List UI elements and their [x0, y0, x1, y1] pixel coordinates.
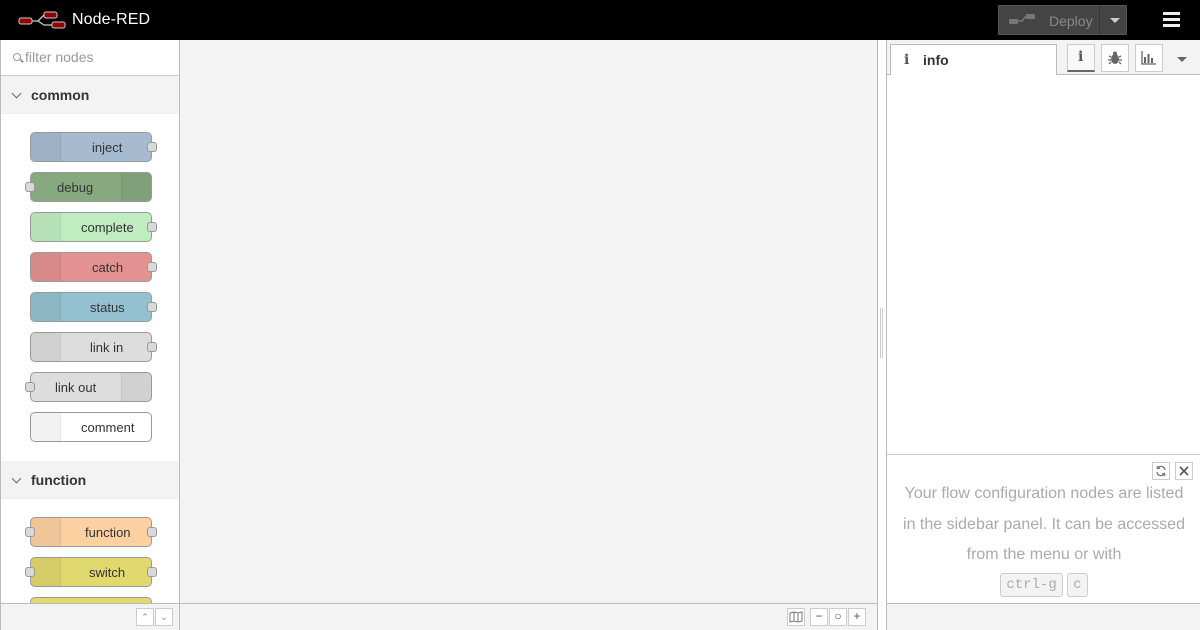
- node-label: inject: [92, 140, 123, 155]
- app-title: Node-RED: [72, 11, 151, 28]
- palette-node-inject[interactable]: inject: [30, 132, 157, 162]
- node-label: link in: [90, 340, 124, 355]
- input-port: [25, 567, 35, 577]
- node-label: debug: [57, 180, 94, 195]
- palette-footer: ⌃ ⌄: [1, 603, 179, 630]
- deploy-button[interactable]: Deploy: [998, 5, 1127, 35]
- main-menu-icon[interactable]: [1158, 10, 1184, 30]
- deploy-label: Deploy: [1049, 13, 1093, 29]
- info-panel: [887, 75, 1200, 454]
- info-icon: i: [1078, 49, 1084, 65]
- category-label: common: [31, 87, 90, 103]
- output-port: [147, 527, 157, 537]
- deploy-dropdown-icon[interactable]: [1099, 6, 1127, 34]
- category-common-nodes: inject debug complete catch status link …: [1, 114, 179, 461]
- sidebar-footer: [887, 603, 1200, 630]
- palette-search: [1, 40, 179, 76]
- catch-icon: [31, 253, 61, 281]
- info-icon: i: [904, 52, 910, 68]
- zoom-in-icon[interactable]: +: [848, 608, 866, 626]
- tip-text: Your flow configuration nodes are listed…: [899, 479, 1189, 601]
- output-port: [147, 262, 157, 272]
- function-icon: [31, 518, 61, 546]
- dashboard-tab-button[interactable]: [1135, 44, 1163, 72]
- palette-node-link-out[interactable]: link out: [25, 372, 152, 402]
- link-in-icon: [31, 333, 61, 361]
- deploy-icon: [1009, 14, 1035, 24]
- category-function-header[interactable]: function: [1, 461, 179, 499]
- tip-message: Your flow configuration nodes are listed…: [903, 485, 1185, 563]
- input-port: [25, 182, 35, 192]
- tips-panel: Your flow configuration nodes are listed…: [887, 454, 1200, 603]
- output-port: [147, 302, 157, 312]
- palette-node-catch[interactable]: catch: [30, 252, 157, 282]
- palette-node-link-in[interactable]: link in: [30, 332, 157, 362]
- node-label: complete: [81, 220, 134, 235]
- debug-icon: [121, 173, 151, 201]
- chevron-down-icon: [11, 88, 22, 99]
- node-label: catch: [92, 260, 124, 275]
- tab-info[interactable]: i info: [890, 44, 1057, 76]
- palette-node-status[interactable]: status: [30, 292, 157, 322]
- inject-icon: [31, 133, 61, 161]
- debug-tab-button[interactable]: [1101, 44, 1129, 72]
- node-red-logo-icon: [18, 11, 66, 29]
- switch-icon: [31, 558, 61, 586]
- logo: Node-RED: [18, 10, 150, 30]
- close-tip-icon[interactable]: [1175, 462, 1193, 480]
- category-label: function: [31, 472, 87, 488]
- node-label: switch: [89, 565, 126, 580]
- input-port: [25, 527, 35, 537]
- filter-nodes-input[interactable]: [25, 49, 175, 65]
- expand-all-icon[interactable]: ⌄: [155, 608, 173, 626]
- flow-workspace[interactable]: − ○ +: [180, 40, 878, 630]
- palette-node-comment[interactable]: comment: [30, 412, 152, 442]
- refresh-tip-icon[interactable]: [1152, 462, 1170, 480]
- chevron-down-icon: [11, 473, 22, 484]
- info-tab-button[interactable]: i: [1067, 44, 1095, 72]
- link-out-icon: [121, 373, 151, 401]
- sidebar: i info i Your flow configuration nodes a…: [886, 40, 1200, 630]
- workspace-footer: − ○ +: [180, 603, 877, 630]
- shortcut-key: c: [1067, 573, 1088, 598]
- palette-node-debug[interactable]: debug: [25, 172, 152, 202]
- status-icon: [31, 293, 61, 321]
- node-label: status: [90, 300, 125, 315]
- header-bar: Node-RED Deploy: [0, 0, 1200, 40]
- node-label: comment: [81, 420, 135, 435]
- output-port: [147, 222, 157, 232]
- navigator-map-icon[interactable]: [787, 608, 805, 626]
- palette-node-function[interactable]: function: [25, 517, 157, 547]
- node-label: link out: [55, 380, 97, 395]
- shortcut-key: ctrl-g: [1000, 573, 1063, 598]
- input-port: [25, 382, 35, 392]
- zoom-out-icon[interactable]: −: [810, 608, 828, 626]
- tab-label: info: [923, 52, 949, 68]
- bug-icon: [1108, 51, 1122, 65]
- sidebar-menu-dropdown-icon[interactable]: [1177, 57, 1187, 62]
- sidebar-splitter[interactable]: [878, 40, 886, 630]
- node-label: function: [85, 525, 131, 540]
- output-port: [147, 342, 157, 352]
- drag-handle-icon[interactable]: [880, 308, 883, 358]
- complete-icon: [31, 213, 61, 241]
- output-port: [147, 142, 157, 152]
- zoom-reset-icon[interactable]: ○: [829, 608, 847, 626]
- search-icon: [13, 53, 21, 61]
- collapse-all-icon[interactable]: ⌃: [136, 608, 154, 626]
- sidebar-tabs: i info i: [887, 40, 1200, 76]
- palette-node-complete[interactable]: complete: [30, 212, 157, 242]
- category-common-header[interactable]: common: [1, 76, 179, 114]
- comment-icon: [31, 413, 61, 441]
- category-function-nodes: function switch: [1, 499, 179, 627]
- output-port: [147, 567, 157, 577]
- bar-chart-icon: [1141, 51, 1156, 65]
- node-palette: common inject debug complete catch: [0, 40, 180, 630]
- palette-node-switch[interactable]: switch: [25, 557, 157, 587]
